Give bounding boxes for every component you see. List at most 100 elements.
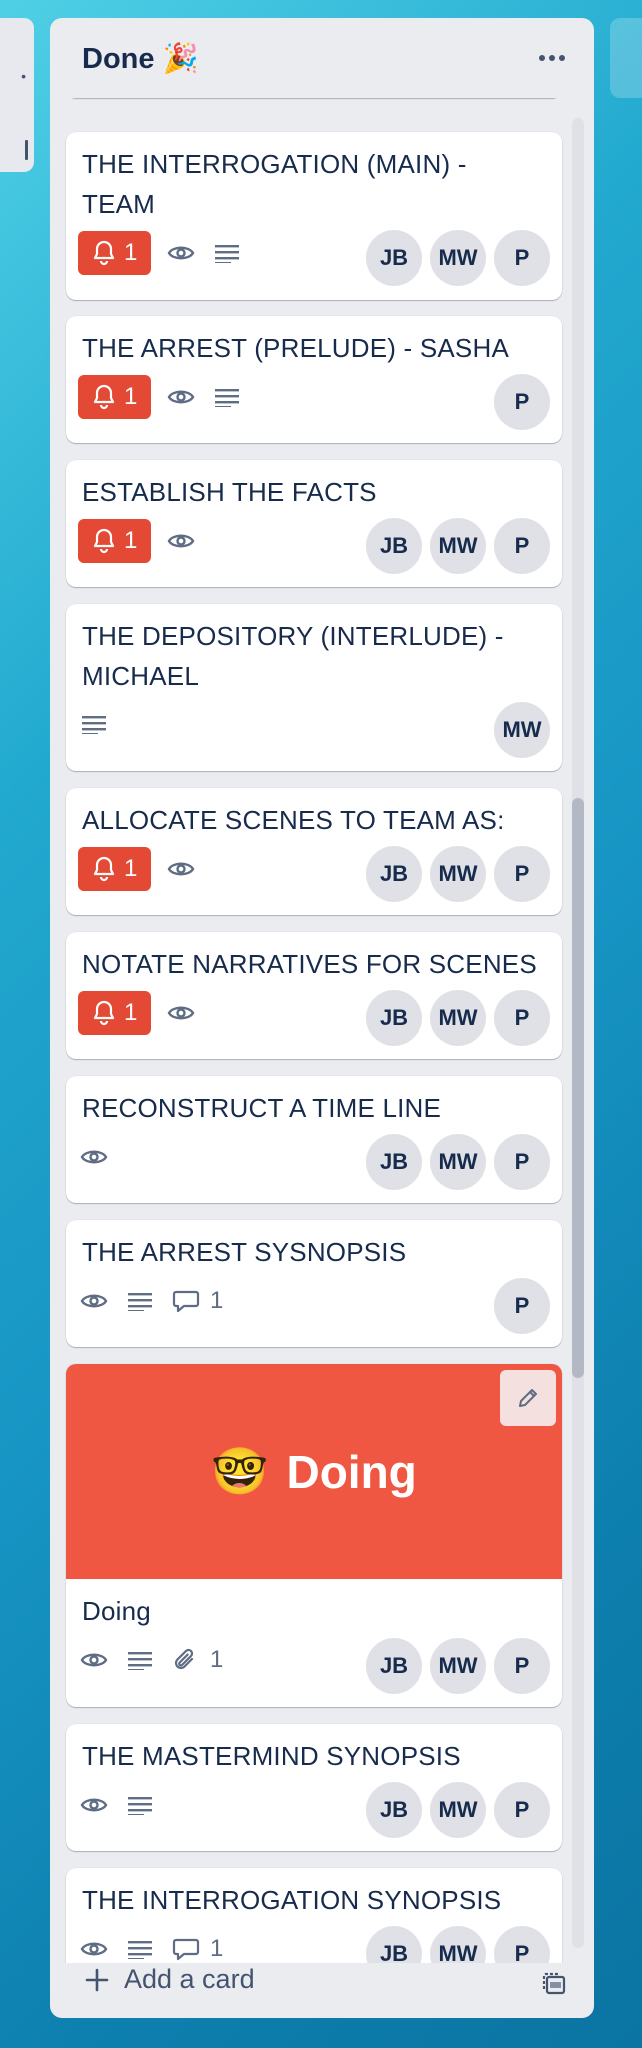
card-badges <box>78 702 110 746</box>
notification-badge[interactable]: 1 <box>78 519 152 563</box>
card[interactable]: THE ARREST SYSNOPSIS 1 P <box>66 1220 562 1347</box>
pencil-icon <box>519 1389 537 1407</box>
avatar[interactable]: JB <box>366 990 422 1046</box>
avatar[interactable]: MW <box>430 1134 486 1190</box>
card-members: JB MW P <box>366 518 550 574</box>
watch-icon <box>78 1789 110 1821</box>
card-title: THE MASTERMIND SYNOPSIS <box>82 1741 461 1771</box>
paperclip-icon <box>170 1644 202 1676</box>
avatar[interactable]: P <box>494 990 550 1046</box>
card-cover: 🤓 Doing <box>66 1364 562 1579</box>
scrollbar-thumb[interactable] <box>572 798 584 1378</box>
watch-icon <box>78 1644 110 1676</box>
edit-card-button[interactable] <box>500 1370 556 1426</box>
notification-badge[interactable]: 1 <box>78 991 152 1035</box>
card-title: ESTABLISH THE FACTS <box>82 477 377 507</box>
list-title[interactable]: Done 🎉 <box>82 42 199 76</box>
card[interactable]: THE DEPOSITORY (INTERLUDE) - MICHAEL MW <box>66 604 562 771</box>
avatar[interactable]: MW <box>430 518 486 574</box>
avatar[interactable]: P <box>494 1278 550 1334</box>
card-title: ALLOCATE SCENES TO TEAM AS: <box>82 805 505 835</box>
template-icon <box>542 1972 566 1995</box>
watch-icon <box>165 853 197 885</box>
card[interactable]: THE MASTERMIND SYNOPSIS JB MW P <box>66 1724 562 1851</box>
card-members: JB MW P <box>366 1134 550 1190</box>
add-card-button[interactable]: Add a card <box>84 1964 255 1995</box>
watch-icon <box>165 525 197 557</box>
avatar[interactable]: JB <box>366 1134 422 1190</box>
card-title: THE DEPOSITORY (INTERLUDE) - MICHAEL <box>82 621 504 691</box>
cover-text: Doing <box>286 1445 417 1498</box>
list-footer: Add a card <box>50 1952 594 2018</box>
watch-icon <box>165 381 197 413</box>
card[interactable]: ALLOCATE SCENES TO TEAM AS: 1 JB MW P <box>66 788 562 915</box>
avatar[interactable]: MW <box>430 1638 486 1694</box>
avatar[interactable]: P <box>494 1782 550 1838</box>
avatar[interactable]: P <box>494 374 550 430</box>
create-from-template-button[interactable] <box>540 1970 568 2003</box>
bell-icon <box>93 1000 115 1026</box>
card-badges: 1 <box>78 1638 223 1682</box>
card-members: JB MW P <box>366 230 550 286</box>
description-icon <box>211 381 243 413</box>
adjacent-list-stub[interactable]: • <box>0 18 34 172</box>
avatar[interactable]: MW <box>494 702 550 758</box>
more-horizontal-icon <box>539 55 565 61</box>
card[interactable]: ESTABLISH THE FACTS 1 JB MW P <box>66 460 562 587</box>
avatar[interactable]: MW <box>430 990 486 1046</box>
card-badges <box>78 1783 156 1827</box>
avatar[interactable]: P <box>494 230 550 286</box>
list-menu-button[interactable] <box>532 40 572 76</box>
avatar[interactable]: P <box>494 846 550 902</box>
avatar[interactable]: P <box>494 1134 550 1190</box>
notification-count: 1 <box>124 383 138 410</box>
description-icon <box>124 1285 156 1317</box>
card[interactable]: THE INTERROGATION SYNOPSIS 1 JB MW P <box>66 1868 562 1963</box>
card-title: THE INTERROGATION SYNOPSIS <box>82 1885 502 1915</box>
card-badges <box>78 1135 110 1179</box>
card[interactable]: RECONSTRUCT A TIME LINE JB MW P <box>66 1076 562 1203</box>
card-members: JB MW P <box>366 1638 550 1694</box>
avatar[interactable]: MW <box>430 1782 486 1838</box>
avatar[interactable]: MW <box>430 846 486 902</box>
notification-badge[interactable]: 1 <box>78 231 152 275</box>
bell-icon <box>93 384 115 410</box>
card-badges: 1 <box>78 1279 223 1323</box>
avatar[interactable]: JB <box>366 518 422 574</box>
notification-badge[interactable]: 1 <box>78 847 152 891</box>
card-badges: 1 <box>78 991 197 1035</box>
description-icon <box>78 708 110 740</box>
attachment-count: 1 <box>210 1646 224 1673</box>
adjacent-list-stub-right[interactable] <box>610 18 642 98</box>
more-icon: • <box>21 68 26 84</box>
description-icon <box>211 237 243 269</box>
notification-count: 1 <box>124 527 138 554</box>
card-title: THE ARREST SYSNOPSIS <box>82 1237 407 1267</box>
list-done: Done 🎉 THE INTERROGATION (MAIN) - TEAM 1 <box>50 18 594 2018</box>
card[interactable]: THE INTERROGATION (MAIN) - TEAM 1 JB MW … <box>66 132 562 300</box>
avatar[interactable]: JB <box>366 1782 422 1838</box>
card-badges: 1 <box>78 519 197 563</box>
avatar[interactable]: JB <box>366 1638 422 1694</box>
card-members: MW <box>494 702 550 758</box>
avatar[interactable]: P <box>494 1638 550 1694</box>
card-badges: 1 <box>78 375 243 419</box>
card-with-cover[interactable]: 🤓 Doing Doing 1 JB MW P <box>66 1364 562 1707</box>
avatar[interactable]: JB <box>366 846 422 902</box>
bell-icon <box>93 240 115 266</box>
card[interactable]: NOTATE NARRATIVES FOR SCENES 1 JB MW P <box>66 932 562 1059</box>
avatar[interactable]: P <box>494 518 550 574</box>
avatar[interactable]: JB <box>366 230 422 286</box>
card-title: THE INTERROGATION (MAIN) - TEAM <box>82 149 467 219</box>
notification-badge[interactable]: 1 <box>78 375 152 419</box>
card-members: JB MW P <box>366 846 550 902</box>
nerd-face-emoji: 🤓 <box>211 1445 269 1497</box>
card[interactable]: THE ARREST (PRELUDE) - SASHA 1 P <box>66 316 562 443</box>
notification-count: 1 <box>124 239 138 266</box>
cover-label: 🤓 Doing <box>211 1444 417 1499</box>
bell-icon <box>93 856 115 882</box>
comment-icon <box>170 1285 202 1317</box>
avatar[interactable]: MW <box>430 230 486 286</box>
bell-icon <box>93 528 115 554</box>
card-title: THE ARREST (PRELUDE) - SASHA <box>82 333 509 363</box>
